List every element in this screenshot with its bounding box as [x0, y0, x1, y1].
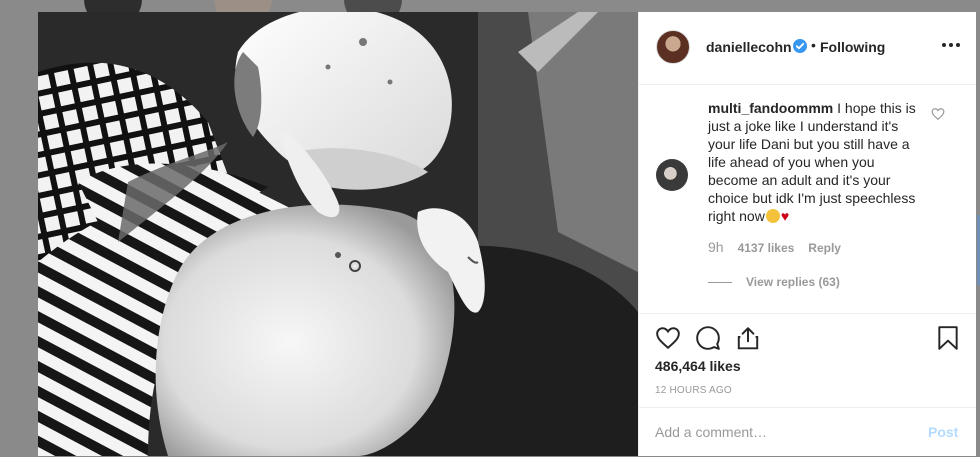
comment-likes[interactable]: 4137 likes	[738, 241, 795, 255]
separator-dot: •	[811, 37, 816, 53]
post-actions: 486,464 likes 12 HOURS AGO	[639, 313, 976, 408]
comments-list[interactable]: multi_fandoommm I hope this is just a jo…	[639, 85, 976, 313]
share-icon[interactable]	[735, 325, 761, 351]
author-avatar[interactable]	[656, 30, 690, 64]
background-feed	[0, 0, 980, 12]
add-comment-bar: Post	[639, 407, 976, 457]
reply-button[interactable]: Reply	[808, 241, 841, 255]
commenter-username[interactable]: multi_fandoommm	[708, 100, 833, 116]
commenter-avatar[interactable]	[656, 159, 688, 191]
heart-icon[interactable]	[655, 325, 681, 351]
following-button[interactable]: Following	[820, 39, 885, 55]
post-photo[interactable]	[38, 12, 638, 456]
post-modal: daniellecohn • Following multi_fandoommm…	[38, 12, 976, 456]
post-header: daniellecohn • Following	[639, 12, 976, 85]
add-comment-input[interactable]	[655, 422, 895, 442]
comment-body: multi_fandoommm I hope this is just a jo…	[708, 99, 918, 225]
post-likes-count[interactable]: 486,464 likes	[655, 358, 741, 374]
post-side-panel: daniellecohn • Following multi_fandoommm…	[638, 12, 976, 456]
view-replies-button[interactable]: View replies (63)	[746, 275, 840, 289]
post-timestamp[interactable]: 12 HOURS AGO	[655, 385, 732, 396]
verified-badge-icon	[793, 39, 807, 53]
author-username[interactable]: daniellecohn	[706, 39, 792, 55]
comment-heart-icon[interactable]	[931, 107, 945, 121]
emoji-broken-heart-icon: ♥	[780, 208, 790, 224]
post-photo-image	[38, 12, 638, 456]
comment-time: 9h	[708, 239, 724, 255]
emoji-sad-icon	[765, 209, 780, 223]
bookmark-icon[interactable]	[935, 325, 961, 351]
more-options-icon[interactable]	[939, 30, 963, 60]
view-replies-line	[708, 282, 732, 283]
post-comment-button[interactable]: Post	[928, 424, 958, 440]
comment-text: I hope this is just a joke like I unders…	[708, 100, 916, 224]
comment-icon[interactable]	[695, 325, 721, 351]
comment-meta: 9h 4137 likes Reply	[708, 239, 841, 255]
